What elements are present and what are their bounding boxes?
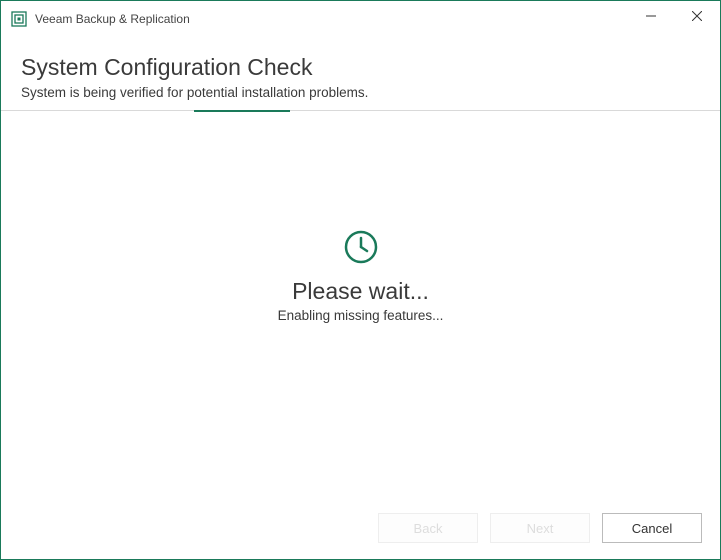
back-button: Back [378,513,478,543]
installer-window: Veeam Backup & Replication System Config… [0,0,721,560]
next-button: Next [490,513,590,543]
window-controls [628,1,720,36]
app-icon [11,11,27,27]
titlebar: Veeam Backup & Replication [1,1,720,36]
page-header: System Configuration Check System is bei… [1,36,720,110]
progress-divider [1,110,720,112]
wait-title: Please wait... [292,278,429,305]
wait-subtitle: Enabling missing features... [278,308,444,323]
cancel-button[interactable]: Cancel [602,513,702,543]
footer-buttons: Back Next Cancel [1,499,720,559]
page-title: System Configuration Check [21,54,700,81]
clock-icon [343,229,379,270]
page-subtitle: System is being verified for potential i… [21,85,700,100]
close-button[interactable] [674,1,720,31]
content-area: Please wait... Enabling missing features… [1,112,720,499]
window-title: Veeam Backup & Replication [35,12,628,26]
minimize-button[interactable] [628,1,674,31]
